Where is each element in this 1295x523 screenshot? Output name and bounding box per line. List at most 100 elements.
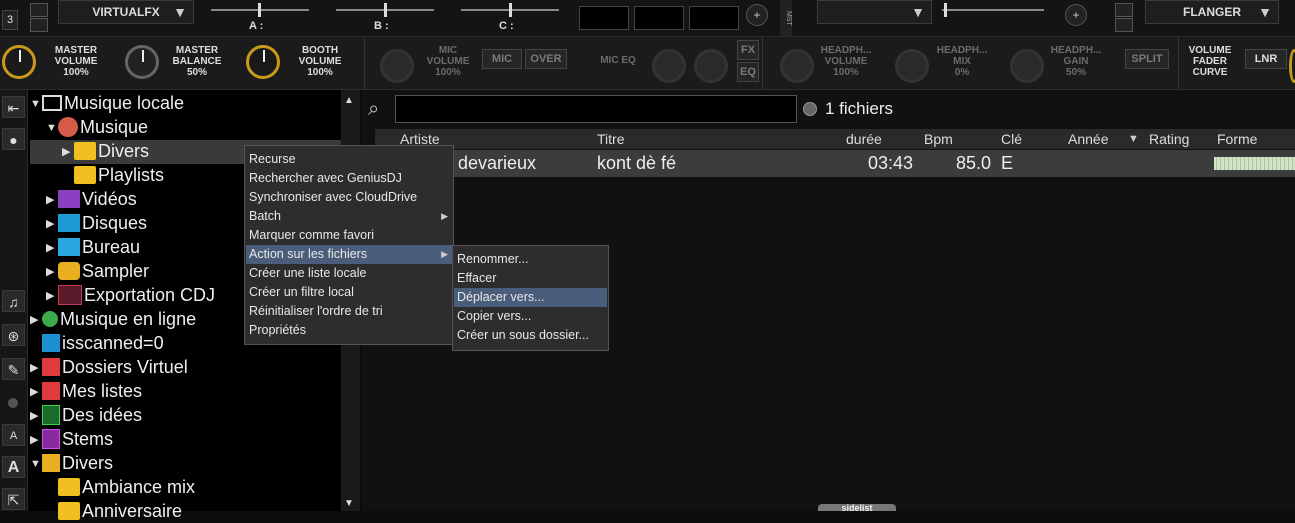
tree-node-divers[interactable]: ▶ Divers bbox=[62, 139, 149, 163]
split-button[interactable]: SPLIT bbox=[1125, 49, 1169, 69]
tree-node-sampler[interactable]: ▶ Sampler bbox=[46, 259, 149, 283]
loop-toggle-icon[interactable] bbox=[30, 3, 48, 17]
menu-item-properties[interactable]: Propriétés bbox=[246, 321, 452, 340]
master-volume-knob[interactable] bbox=[2, 45, 36, 79]
user-icon[interactable]: ● bbox=[2, 128, 25, 150]
submenu-item-rename[interactable]: Renommer... bbox=[454, 250, 607, 269]
grid-toggle-icon-right[interactable] bbox=[1115, 18, 1133, 32]
tree-node-my-lists[interactable]: ▶ Mes listes bbox=[30, 379, 142, 403]
tree-node-videos[interactable]: ▶ Vidéos bbox=[46, 187, 137, 211]
large-font-icon[interactable]: A bbox=[2, 456, 25, 478]
slider-a-knob[interactable] bbox=[258, 3, 261, 17]
menu-item-create-local-filter[interactable]: Créer un filtre local bbox=[246, 283, 452, 302]
slider-b-knob[interactable] bbox=[384, 3, 387, 17]
submenu-item-create-subfolder[interactable]: Créer un sous dossier... bbox=[454, 326, 607, 345]
external-window-icon[interactable]: ⇱ bbox=[2, 488, 25, 510]
tree-node-virtual-folders[interactable]: ▶ Dossiers Virtuel bbox=[30, 355, 188, 379]
mic-volume-knob[interactable] bbox=[380, 49, 414, 83]
column-header-waveform[interactable]: Forme d'onde bbox=[1217, 129, 1295, 149]
slider-c-knob[interactable] bbox=[509, 3, 512, 17]
column-header-key[interactable]: Clé bbox=[1001, 129, 1022, 149]
expand-triangle-icon[interactable]: ▼ bbox=[46, 116, 58, 140]
mic-icon[interactable]: ✎ bbox=[2, 358, 25, 380]
expand-triangle-icon[interactable]: ▶ bbox=[30, 428, 42, 452]
expand-triangle-icon[interactable]: ▶ bbox=[30, 380, 42, 404]
menu-item-clouddrive[interactable]: Synchroniser avec CloudDrive bbox=[246, 188, 452, 207]
submenu-item-copy-to[interactable]: Copier vers... bbox=[454, 307, 607, 326]
fx-select-right[interactable]: FLANGER ▼ bbox=[1145, 0, 1279, 24]
headphones-volume-knob[interactable] bbox=[780, 49, 814, 83]
headphones-mix-knob[interactable] bbox=[895, 49, 929, 83]
mic-eq-knob-2[interactable] bbox=[694, 49, 728, 83]
tree-node-playlists[interactable]: Playlists bbox=[74, 163, 164, 187]
search-options-icon[interactable] bbox=[803, 102, 817, 116]
menu-item-recurse[interactable]: Recurse bbox=[246, 150, 452, 169]
sidelist-toggle[interactable]: sidelist bbox=[818, 504, 896, 513]
lnr-button[interactable]: LNR bbox=[1245, 49, 1287, 69]
eq-button[interactable]: EQ bbox=[737, 62, 759, 82]
expand-triangle-icon[interactable]: ▼ bbox=[30, 92, 42, 116]
search-input[interactable] bbox=[395, 95, 797, 123]
scroll-up-icon[interactable]: ▲ bbox=[344, 95, 354, 106]
column-header-duration[interactable]: durée bbox=[846, 129, 882, 149]
expand-triangle-icon[interactable]: ▶ bbox=[30, 308, 42, 332]
fx-select-right-empty[interactable]: ▼ bbox=[817, 0, 932, 24]
dot-icon[interactable] bbox=[8, 398, 18, 408]
column-header-year[interactable]: Année bbox=[1068, 129, 1108, 149]
headphones-gain-knob[interactable] bbox=[1010, 49, 1044, 83]
menu-item-create-local-list[interactable]: Créer une liste locale bbox=[246, 264, 452, 283]
plus-button-right[interactable]: + bbox=[1065, 4, 1087, 26]
tree-node-cdj-export[interactable]: ▶ Exportation CDJ bbox=[46, 283, 215, 307]
fx-slot-3[interactable] bbox=[689, 6, 739, 30]
tree-node-local-music[interactable]: ▼ Musique locale bbox=[30, 91, 184, 115]
expand-triangle-icon[interactable]: ▶ bbox=[46, 236, 58, 260]
menu-item-file-actions[interactable]: Action sur les fichiers ▶ bbox=[246, 245, 452, 264]
over-button[interactable]: OVER bbox=[525, 49, 567, 69]
tree-node-anniversaire[interactable]: Anniversaire bbox=[58, 499, 182, 523]
mic-button[interactable]: MIC bbox=[482, 49, 522, 69]
tree-node-ambiance-mix[interactable]: Ambiance mix bbox=[58, 475, 195, 499]
menu-item-geniusdj[interactable]: Rechercher avec GeniusDJ bbox=[246, 169, 452, 188]
scroll-down-icon[interactable]: ▼ bbox=[344, 498, 354, 509]
tree-node-isscanned[interactable]: isscanned=0 bbox=[42, 331, 164, 355]
master-balance-knob[interactable] bbox=[125, 45, 159, 79]
plus-button[interactable]: + bbox=[746, 4, 768, 26]
expand-triangle-icon[interactable]: ▶ bbox=[46, 212, 58, 236]
sort-arrow-icon[interactable]: ▼ bbox=[1128, 133, 1139, 145]
music-note-icon[interactable]: ♫ bbox=[2, 290, 25, 312]
tree-node-bureau[interactable]: ▶ Bureau bbox=[46, 235, 140, 259]
tree-node-stems[interactable]: ▶ Stems bbox=[30, 427, 113, 451]
column-header-bpm[interactable]: Bpm bbox=[924, 129, 953, 149]
loop-toggle-icon-right[interactable] bbox=[1115, 3, 1133, 17]
slider-right[interactable] bbox=[942, 9, 1044, 11]
column-header-title[interactable]: Titre bbox=[597, 129, 624, 149]
expand-triangle-icon[interactable]: ▼ bbox=[30, 452, 42, 476]
menu-item-reset-sort[interactable]: Réinitialiser l'ordre de tri bbox=[246, 302, 452, 321]
menu-item-favorite[interactable]: Marquer comme favori bbox=[246, 226, 452, 245]
small-font-icon[interactable]: A bbox=[2, 424, 25, 446]
tree-node-musique[interactable]: ▼ Musique bbox=[46, 115, 148, 139]
fx-slot-1[interactable] bbox=[579, 6, 629, 30]
fx-select-left[interactable]: VIRTUALFX ▼ bbox=[58, 0, 194, 24]
fx-button[interactable]: FX bbox=[737, 40, 759, 60]
back-icon[interactable]: ⇤ bbox=[2, 96, 25, 118]
video-reel-icon[interactable]: ⊛ bbox=[2, 324, 25, 346]
grid-toggle-icon[interactable] bbox=[30, 18, 48, 32]
submenu-item-move-to[interactable]: Déplacer vers... bbox=[454, 288, 607, 307]
submenu-item-delete[interactable]: Effacer bbox=[454, 269, 607, 288]
fx-slot-2[interactable] bbox=[634, 6, 684, 30]
expand-triangle-icon[interactable]: ▶ bbox=[30, 356, 42, 380]
booth-volume-knob[interactable] bbox=[246, 45, 280, 79]
expand-triangle-icon[interactable]: ▶ bbox=[46, 260, 58, 284]
expand-triangle-icon[interactable]: ▶ bbox=[46, 284, 58, 308]
search-icon[interactable]: ⌕ bbox=[368, 98, 379, 121]
expand-triangle-icon[interactable]: ▶ bbox=[46, 188, 58, 212]
tree-node-divers-favorites[interactable]: ▼ Divers bbox=[30, 451, 113, 475]
menu-item-batch[interactable]: Batch ▶ bbox=[246, 207, 452, 226]
tree-node-ideas[interactable]: ▶ Des idées bbox=[30, 403, 142, 427]
tree-node-disques[interactable]: ▶ Disques bbox=[46, 211, 147, 235]
slider-right-knob[interactable] bbox=[944, 3, 947, 17]
mic-eq-knob-1[interactable] bbox=[652, 49, 686, 83]
expand-triangle-icon[interactable]: ▶ bbox=[62, 140, 74, 164]
tree-node-online-music[interactable]: ▶ Musique en ligne bbox=[30, 307, 196, 331]
